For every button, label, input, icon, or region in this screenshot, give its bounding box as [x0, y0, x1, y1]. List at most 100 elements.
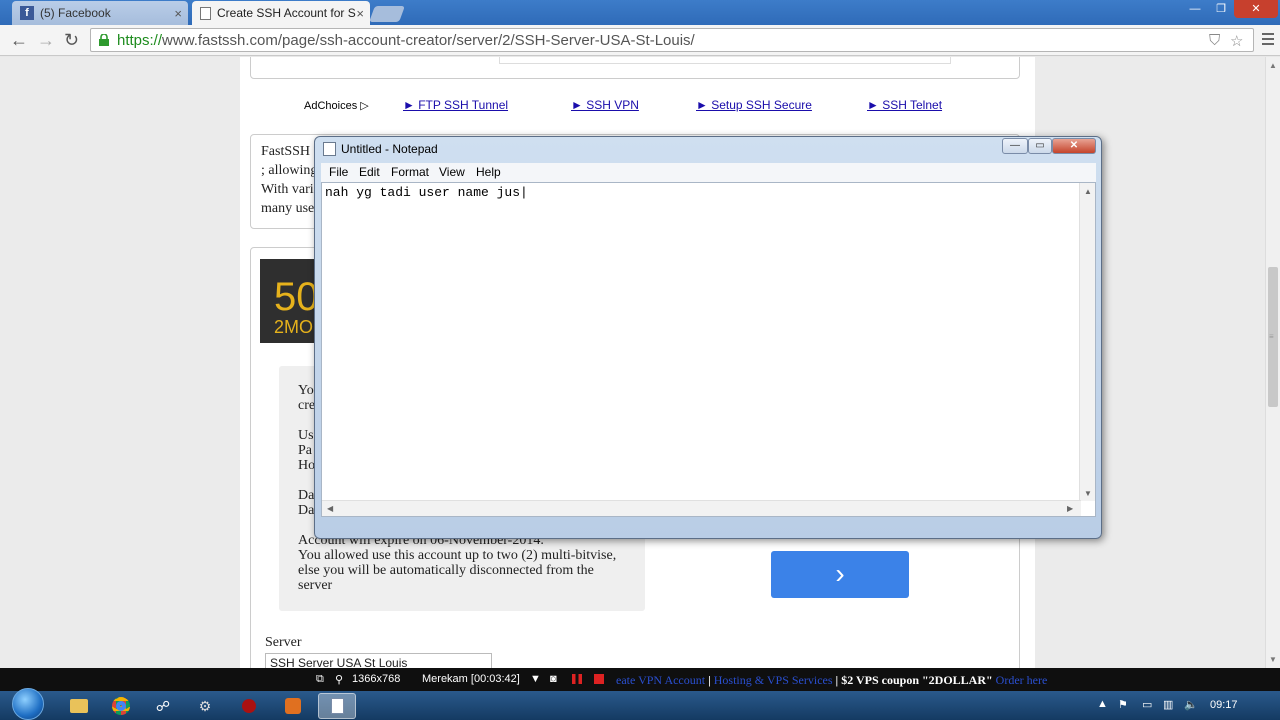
app-icon: ⚙ — [198, 697, 212, 714]
lock-icon — [99, 34, 109, 46]
account-line: Pa — [298, 443, 312, 458]
window-icon[interactable]: ⧉ — [316, 673, 324, 686]
ticker-link[interactable]: Order here — [996, 673, 1048, 687]
server-select[interactable]: SSH Server USA St Louis — [265, 653, 492, 668]
pause-icon[interactable] — [572, 674, 582, 684]
next-button[interactable]: › — [771, 551, 909, 598]
close-icon[interactable]: × — [356, 6, 364, 21]
windows-logo-icon — [12, 688, 44, 720]
menu-format[interactable]: Format — [391, 165, 429, 179]
scroll-right-icon[interactable]: ▶ — [1067, 504, 1073, 513]
intro-line: FastSSH — [261, 144, 311, 159]
menu-file[interactable]: File — [329, 165, 348, 179]
account-line: Yo — [298, 383, 314, 398]
tray-expand-icon[interactable]: ▲ — [1097, 698, 1108, 710]
dropdown-icon[interactable]: ▼ — [530, 673, 541, 685]
app2-taskbar-button[interactable] — [274, 693, 312, 719]
notepad-maximize-button[interactable]: ▭ — [1028, 138, 1052, 154]
stop-icon[interactable] — [594, 674, 604, 684]
taskbar: ☍ ⚙ ▲ ⚑ ▭ ▥ 🔈 09:17 — [0, 688, 1280, 720]
browser-tab-bar: f (5) Facebook × Create SSH Account for … — [0, 0, 1280, 25]
scroll-down-icon[interactable]: ▼ — [1084, 489, 1092, 498]
camera-icon[interactable]: ◙ — [550, 673, 557, 685]
notepad-minimize-button[interactable]: — — [1002, 138, 1028, 154]
notepad-icon — [330, 698, 344, 714]
close-icon[interactable]: × — [174, 6, 182, 21]
chrome-taskbar-button[interactable] — [102, 693, 140, 719]
ticker-text: eate VPN Account | Hosting & VPS Service… — [616, 673, 1048, 687]
tab-label: (5) Facebook — [40, 6, 111, 20]
record-icon — [242, 699, 256, 713]
new-tab-button[interactable] — [369, 6, 405, 22]
intro-line: ; allowing — [261, 163, 318, 178]
tab-facebook[interactable]: f (5) Facebook × — [12, 1, 188, 25]
browser-toolbar: ← → ↻ https://www.fastssh.com/page/ssh-a… — [0, 25, 1280, 56]
address-bar[interactable]: https://www.fastssh.com/page/ssh-account… — [90, 28, 1254, 52]
menu-view[interactable]: View — [439, 165, 465, 179]
account-line: else you will be automatically disconnec… — [298, 563, 594, 578]
notepad-horizontal-scrollbar[interactable]: ◀ ▶ — [322, 500, 1081, 516]
notepad-title: Untitled - Notepad — [341, 142, 438, 156]
zoom-icon[interactable]: ⚲ — [335, 673, 343, 686]
promo-big-text: 50 — [274, 275, 319, 319]
notepad-close-button[interactable]: ✕ — [1052, 138, 1096, 154]
scroll-down-icon[interactable]: ▼ — [1269, 655, 1277, 664]
volume-icon[interactable]: 🔈 — [1184, 698, 1198, 711]
chrome-icon — [112, 697, 130, 715]
recording-status: Merekam [00:03:42] — [422, 673, 520, 685]
reload-icon[interactable]: ↻ — [64, 29, 79, 51]
ad-link-setup-ssh-secure[interactable]: ► Setup SSH Secure — [696, 98, 812, 112]
ad-links-bar: AdChoices ▷ ► FTP SSH Tunnel ► SSH VPN ►… — [240, 97, 1035, 117]
screen-recorder-bar: ⧉ ⚲ 1366x768 Merekam [00:03:42] ▼ ◙ eate… — [0, 668, 1280, 691]
close-window-button[interactable]: ✕ — [1234, 0, 1278, 18]
back-arrow-icon[interactable]: ← — [10, 29, 28, 51]
menu-edit[interactable]: Edit — [359, 165, 380, 179]
server-label: Server — [265, 635, 302, 650]
forward-arrow-icon[interactable]: → — [37, 29, 55, 51]
adchoices-label[interactable]: AdChoices ▷ — [304, 99, 369, 112]
account-line: cre — [298, 398, 316, 413]
bookmark-star-icon[interactable]: ☆ — [1230, 32, 1243, 50]
flag-icon[interactable]: ⚑ — [1118, 698, 1128, 711]
tab-label: Create SSH Account for S — [217, 6, 356, 20]
minimize-button[interactable]: — — [1182, 0, 1208, 18]
ad-link-ftp-ssh-tunnel[interactable]: ► FTP SSH Tunnel — [403, 98, 508, 112]
account-line: Da — [298, 503, 315, 518]
menu-icon[interactable] — [1262, 33, 1274, 48]
notepad-vertical-scrollbar[interactable]: ▲ ▼ — [1079, 183, 1095, 501]
notepad-text-area[interactable]: nah yg tadi user name jus| ▲ ▼ ◀ ▶ — [321, 182, 1096, 517]
page-icon — [200, 6, 211, 20]
explorer-taskbar-button[interactable] — [60, 693, 98, 719]
scroll-left-icon[interactable]: ◀ — [327, 504, 333, 513]
start-button[interactable] — [10, 688, 44, 720]
network-status-icon[interactable]: ▥ — [1163, 698, 1173, 711]
ticker-link[interactable]: Hosting & VPS Services — [714, 673, 833, 687]
menu-help[interactable]: Help — [476, 165, 501, 179]
notepad-menubar: File Edit Format View Help — [321, 163, 1096, 182]
device-icon[interactable]: ▭ — [1142, 698, 1152, 711]
shield-icon[interactable]: ⛉ — [1209, 32, 1220, 49]
notepad-window[interactable]: Untitled - Notepad — ▭ ✕ File Edit Forma… — [314, 136, 1102, 539]
resolution-label: 1366x768 — [352, 673, 401, 685]
ad-link-ssh-vpn[interactable]: ► SSH VPN — [571, 98, 639, 112]
notepad-text: nah yg tadi user name jus| — [325, 185, 528, 200]
ad-link-ssh-telnet[interactable]: ► SSH Telnet — [867, 98, 942, 112]
account-line: Us — [298, 428, 314, 443]
recorder-taskbar-button[interactable] — [230, 693, 268, 719]
account-line: Da — [298, 488, 315, 503]
maximize-button[interactable]: ❐ — [1208, 0, 1234, 18]
app-taskbar-button[interactable]: ⚙ — [186, 693, 224, 719]
promo-small-text: 2MO — [274, 317, 314, 337]
clock[interactable]: 09:17 — [1210, 699, 1238, 711]
folder-icon — [70, 699, 88, 713]
page-scrollbar[interactable]: ▲ ≡ ▼ — [1265, 57, 1280, 668]
scroll-up-icon[interactable]: ▲ — [1269, 61, 1277, 70]
tab-create-ssh-account[interactable]: Create SSH Account for S × — [192, 1, 370, 25]
network-taskbar-button[interactable]: ☍ — [144, 693, 182, 719]
notepad-taskbar-button[interactable] — [318, 693, 356, 719]
scroll-grip-icon: ≡ — [1269, 332, 1274, 341]
scroll-up-icon[interactable]: ▲ — [1084, 187, 1092, 196]
notepad-icon — [323, 142, 336, 156]
account-line: You allowed use this account up to two (… — [298, 548, 617, 563]
ticker-link[interactable]: eate VPN Account — [616, 673, 705, 687]
